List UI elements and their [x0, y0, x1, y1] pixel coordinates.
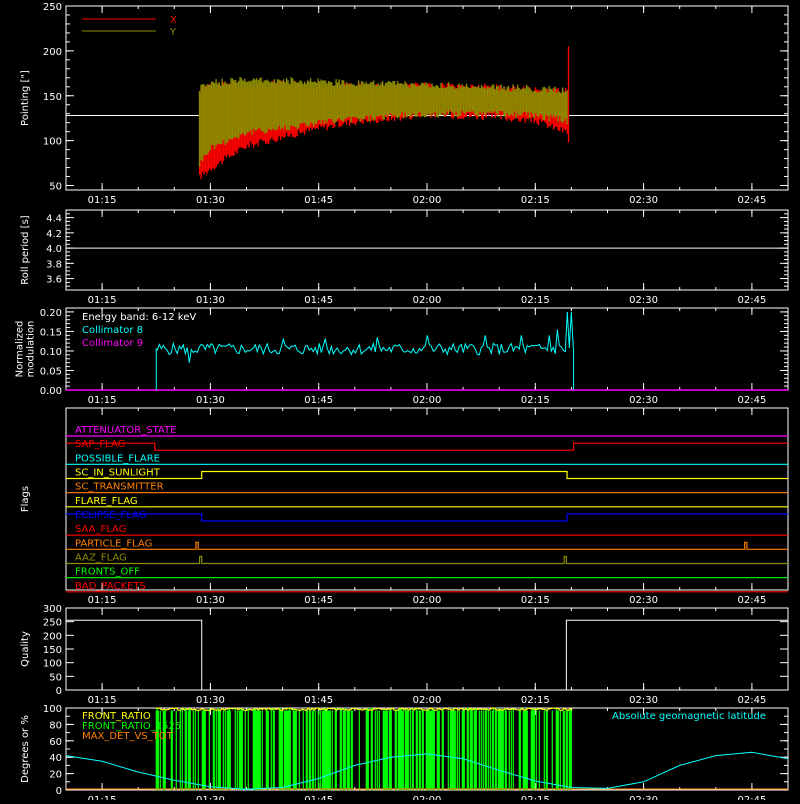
legend-label-y: Y [169, 27, 177, 38]
x-tick-label: 02:00 [413, 395, 442, 406]
flags-panel-ylabel: Flags [20, 486, 31, 512]
x-tick-label: 02:45 [737, 695, 766, 706]
x-tick-label: 01:30 [196, 295, 225, 306]
y-tick-label: 150 [43, 92, 62, 103]
y-tick-label: 0 [56, 786, 62, 797]
flag-label: FLARE_FLAG [75, 496, 138, 507]
energy-band-annotation: Energy band: 6-12 keV [82, 312, 196, 323]
y-tick-label: 250 [43, 618, 62, 629]
x-tick-label: 02:00 [413, 795, 442, 800]
y-tick-label: 0.20 [40, 308, 62, 319]
y-tick-label: 4.4 [46, 214, 62, 225]
flag-label: POSSIBLE_FLARE [75, 453, 160, 464]
flag-label: PARTICLE_FLAG [75, 538, 152, 549]
x-tick-label: 02:30 [629, 195, 658, 206]
x-tick-label: 01:30 [196, 595, 225, 606]
x-tick-label: 01:30 [196, 395, 225, 406]
y-tick-label: 40 [49, 753, 62, 764]
y-tick-label: 20 [49, 770, 62, 781]
x-tick-label: 02:30 [629, 295, 658, 306]
x-tick-label: 02:15 [521, 395, 550, 406]
y-tick-label: 3.8 [46, 259, 62, 270]
flag-label: SAA_FLAG [75, 524, 126, 535]
y-tick-label: 100 [43, 137, 62, 148]
legend-label-x: X [170, 15, 177, 26]
x-tick-label: 02:30 [629, 395, 658, 406]
roll-panel-ylabel: Roll period [s] [20, 215, 31, 284]
x-tick-label: 02:00 [413, 595, 442, 606]
x-tick-label: 02:15 [521, 195, 550, 206]
x-tick-label: 02:45 [737, 195, 766, 206]
y-tick-label: 0 [56, 686, 62, 697]
x-tick-label: 01:45 [304, 695, 333, 706]
x-tick-label: 02:15 [521, 795, 550, 800]
x-tick-label: 02:30 [629, 595, 658, 606]
flag-label: BAD_PACKETS [75, 581, 146, 592]
x-tick-label: 02:15 [521, 595, 550, 606]
x-tick-label: 01:30 [196, 795, 225, 800]
y-tick-label: 300 [43, 604, 62, 615]
x-tick-label: 01:15 [88, 795, 117, 800]
x-tick-label: 02:00 [413, 195, 442, 206]
x-tick-label: 02:30 [629, 695, 658, 706]
x-tick-label: 02:30 [629, 795, 658, 800]
y-tick-label: 60 [49, 737, 62, 748]
flag-label: ECLIPSE_FLAG [75, 510, 146, 521]
x-tick-label: 01:45 [304, 795, 333, 800]
flag-label: SC_TRANSMITTER [75, 482, 164, 493]
x-tick-label: 02:00 [413, 695, 442, 706]
flag-label: SAP_FLAG [75, 439, 125, 450]
y-tick-label: 3.6 [46, 275, 62, 286]
x-tick-label: 01:15 [88, 295, 117, 306]
y-tick-label: 50 [49, 672, 62, 683]
x-tick-label: 01:45 [304, 595, 333, 606]
modulation-panel-ylabel: modulation [26, 321, 37, 378]
y-tick-label: 0.10 [40, 347, 62, 358]
x-tick-label: 01:30 [196, 195, 225, 206]
y-tick-label: 4.0 [46, 244, 62, 255]
x-tick-label: 01:45 [304, 195, 333, 206]
flag-label: ATTENUATOR_STATE [75, 425, 176, 436]
y-tick-label: 0.00 [40, 386, 62, 397]
y-tick-label: 200 [43, 631, 62, 642]
x-tick-label: 02:45 [737, 795, 766, 800]
x-tick-label: 02:45 [737, 395, 766, 406]
x-tick-label: 01:15 [88, 395, 117, 406]
legend-label-collimator-9: Collimator 9 [82, 338, 143, 349]
y-tick-label: 4.2 [46, 229, 62, 240]
legend-label-geomagnetic-latitude: Absolute geomagnetic latitude [612, 711, 766, 722]
x-tick-label: 02:45 [737, 295, 766, 306]
flag-label: SC_IN_SUNLIGHT [75, 468, 161, 479]
quality-panel-ylabel: Quality [20, 631, 31, 667]
x-tick-label: 02:00 [413, 295, 442, 306]
x-tick-label: 01:45 [304, 295, 333, 306]
legend-label-max-det-vs-tot: MAX_DET_VS_TOT [82, 731, 174, 742]
y-tick-label: 250 [43, 2, 62, 13]
y-tick-label: 0.05 [40, 366, 62, 377]
modulation-panel-ylabel: Normalized [15, 321, 26, 378]
x-tick-label: 02:15 [521, 295, 550, 306]
y-tick-label: 200 [43, 47, 62, 58]
x-tick-label: 01:30 [196, 695, 225, 706]
rhessi-quicklook-figure: 01:15 01:30 01:45 02:00 02:15 02:30 02:45 50 100… [0, 0, 800, 804]
pointing-panel-ylabel: Pointing ["] [20, 70, 31, 126]
x-tick-label: 01:15 [88, 195, 117, 206]
flag-label: AAZ_FLAG [75, 553, 127, 564]
x-tick-label: 01:15 [88, 595, 117, 606]
y-tick-label: 50 [49, 182, 62, 193]
y-tick-label: 100 [43, 659, 62, 670]
x-tick-label: 01:45 [304, 395, 333, 406]
x-tick-label: 02:45 [737, 595, 766, 606]
y-tick-label: 0.15 [40, 327, 62, 338]
y-tick-label: 80 [49, 720, 62, 731]
y-tick-label: 100 [43, 704, 62, 715]
legend-label-collimator-8: Collimator 8 [82, 325, 143, 336]
x-tick-label: 01:15 [88, 695, 117, 706]
figure-canvas: 01:15 01:30 01:45 02:00 02:15 02:30 02:45 50 100… [0, 0, 800, 804]
x-tick-label: 02:15 [521, 695, 550, 706]
geomag-panel-ylabel: Degrees or % [20, 715, 31, 783]
y-tick-label: 150 [43, 645, 62, 656]
flag-label: FRONTS_OFF [75, 567, 140, 578]
